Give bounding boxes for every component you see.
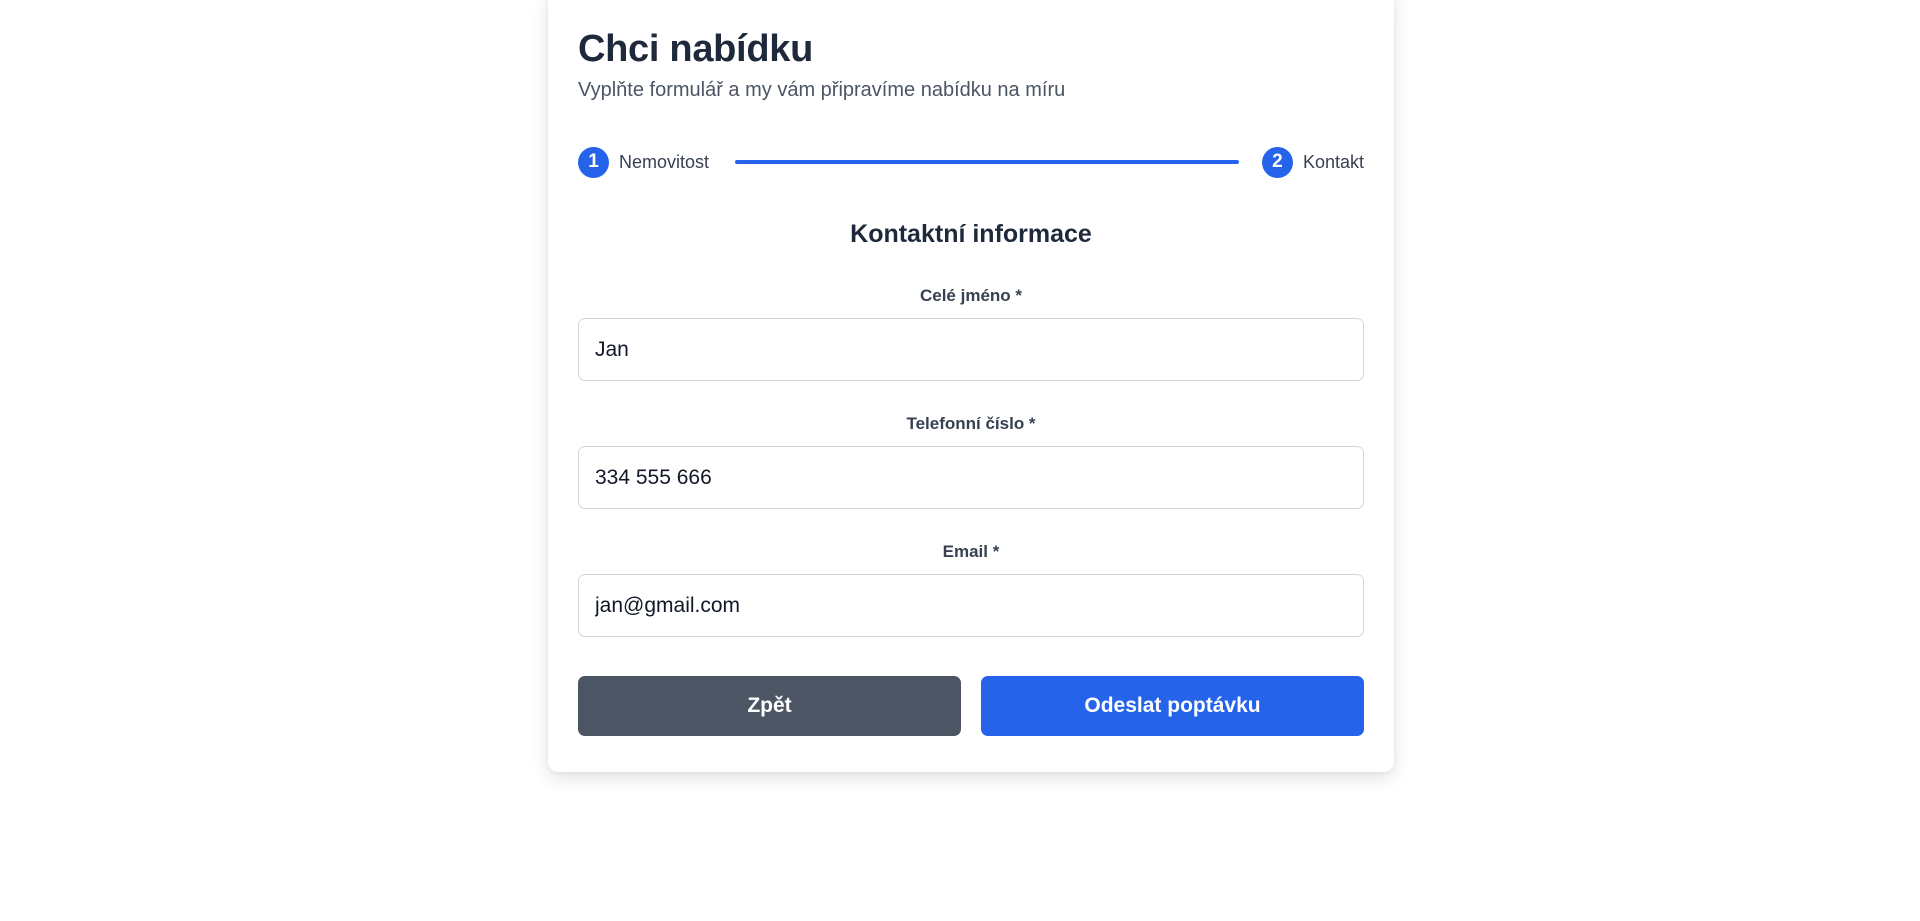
email-label: Email *: [942, 542, 1000, 561]
back-button[interactable]: Zpět: [578, 676, 961, 736]
quote-form-card: Chci nabídku Vyplňte formulář a my vám p…: [548, 0, 1394, 772]
submit-inquiry-button[interactable]: Odeslat poptávku: [981, 676, 1364, 736]
step-label: Nemovitost: [619, 151, 710, 172]
section-title: Kontaktní informace: [850, 220, 1092, 248]
step-label: Kontakt: [1302, 151, 1364, 172]
email-input[interactable]: [578, 574, 1364, 637]
step-nemovitost[interactable]: 1 Nemovitost: [578, 146, 709, 178]
stepper-progress-line: [735, 160, 1239, 164]
step-number-badge: 1: [578, 146, 609, 178]
phone-input[interactable]: [578, 446, 1364, 509]
full-name-input[interactable]: [578, 318, 1364, 381]
phone-label: Telefonní číslo *: [906, 414, 1036, 433]
full-name-label: Celé jméno *: [919, 286, 1023, 305]
step-kontakt[interactable]: 2 Kontakt: [1261, 146, 1364, 178]
page-subtitle: Vyplňte formulář a my vám připravíme nab…: [578, 79, 1066, 101]
step-number-badge: 2: [1261, 146, 1293, 178]
progress-stepper: 1 Nemovitost 2 Kontakt: [578, 146, 1364, 178]
page-title: Chci nabídku: [578, 28, 813, 70]
